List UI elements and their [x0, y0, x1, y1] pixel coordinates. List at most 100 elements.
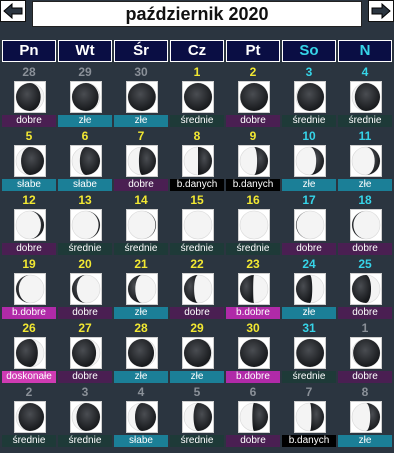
day-number: 16: [246, 193, 260, 207]
day-cell[interactable]: 16 średnie: [226, 194, 280, 256]
day-cell[interactable]: 20 dobre: [58, 258, 112, 320]
day-number: 28: [22, 65, 36, 79]
arrow-left-icon: [3, 3, 23, 19]
moon-phase-icon: [294, 273, 326, 305]
weekday-n: N: [338, 40, 392, 62]
rating-label: dobre: [114, 179, 168, 191]
day-number: 4: [361, 65, 369, 79]
day-cell[interactable]: 2 dobre: [226, 66, 280, 128]
moon-phase-icon: [350, 273, 382, 305]
weekday-so: So: [282, 40, 336, 62]
day-cell[interactable]: 30 złe: [114, 66, 168, 128]
rating-label: średnie: [282, 371, 336, 383]
moon-phase-icon: [70, 337, 102, 369]
weekday-sr: Śr: [114, 40, 168, 62]
day-cell[interactable]: 3 średnie: [282, 66, 336, 128]
day-number: 7: [137, 129, 145, 143]
day-number: 30: [246, 321, 260, 335]
day-number: 12: [22, 193, 36, 207]
moon-phase-icon: [238, 209, 270, 241]
previous-month-button[interactable]: [0, 0, 26, 22]
moon-phase-icon: [182, 145, 214, 177]
rating-label: b.dobre: [2, 307, 56, 319]
day-number: 8: [361, 385, 369, 399]
rating-label: dobre: [170, 307, 224, 319]
day-number: 28: [134, 321, 148, 335]
day-number: 6: [249, 385, 257, 399]
weekday-cz: Cz: [170, 40, 224, 62]
day-cell[interactable]: 5 słabe: [2, 130, 56, 192]
day-cell[interactable]: 30 b.dobre: [226, 322, 280, 384]
day-cell[interactable]: 22 dobre: [170, 258, 224, 320]
moon-phase-icon: [182, 401, 214, 433]
moon-phase-icon: [350, 145, 382, 177]
rating-label: średnie: [58, 243, 112, 255]
day-cell[interactable]: 14 średnie: [114, 194, 168, 256]
day-cell[interactable]: 8 b.danych: [170, 130, 224, 192]
day-cell[interactable]: 11 złe: [338, 130, 392, 192]
rating-label: b.dobre: [226, 371, 280, 383]
day-cell[interactable]: 27 dobre: [58, 322, 112, 384]
day-cell[interactable]: 29 złe: [170, 322, 224, 384]
day-cell[interactable]: 15 średnie: [170, 194, 224, 256]
rating-label: średnie: [282, 115, 336, 127]
day-number: 7: [305, 385, 313, 399]
weekday-wt: Wt: [58, 40, 112, 62]
day-cell[interactable]: 23 b.dobre: [226, 258, 280, 320]
moon-phase-icon: [14, 401, 46, 433]
rating-label: słabe: [58, 179, 112, 191]
moon-phase-icon: [182, 81, 214, 113]
day-cell[interactable]: 31 średnie: [282, 322, 336, 384]
day-cell[interactable]: 21 złe: [114, 258, 168, 320]
day-number: 24: [302, 257, 316, 271]
day-cell[interactable]: 12 dobre: [2, 194, 56, 256]
day-cell[interactable]: 26 doskonałe: [2, 322, 56, 384]
moon-phase-icon: [350, 337, 382, 369]
rating-label: dobre: [226, 115, 280, 127]
day-cell[interactable]: 8 złe: [338, 386, 392, 448]
day-number: 5: [25, 129, 33, 143]
day-number: 27: [78, 321, 92, 335]
day-cell[interactable]: 3 średnie: [58, 386, 112, 448]
day-cell[interactable]: 18 dobre: [338, 194, 392, 256]
moon-phase-icon: [238, 145, 270, 177]
day-number: 29: [78, 65, 92, 79]
day-cell[interactable]: 7 dobre: [114, 130, 168, 192]
day-number: 1: [361, 321, 369, 335]
day-number: 14: [134, 193, 148, 207]
day-cell[interactable]: 25 dobre: [338, 258, 392, 320]
day-cell[interactable]: 13 średnie: [58, 194, 112, 256]
rating-label: średnie: [170, 243, 224, 255]
day-cell[interactable]: 1 dobre: [338, 322, 392, 384]
day-cell[interactable]: 17 dobre: [282, 194, 336, 256]
day-cell[interactable]: 28 złe: [114, 322, 168, 384]
day-cell[interactable]: 6 dobre: [226, 386, 280, 448]
moon-phase-icon: [126, 337, 158, 369]
day-cell[interactable]: 4 średnie: [338, 66, 392, 128]
day-cell[interactable]: 29 złe: [58, 66, 112, 128]
day-cell[interactable]: 2 średnie: [2, 386, 56, 448]
weekday-pt: Pt: [226, 40, 280, 62]
day-cell[interactable]: 19 b.dobre: [2, 258, 56, 320]
calendar-header: październik 2020: [0, 0, 394, 30]
day-cell[interactable]: 7 b.danych: [282, 386, 336, 448]
day-number: 6: [81, 129, 89, 143]
day-number: 5: [193, 385, 201, 399]
day-cell[interactable]: 1 średnie: [170, 66, 224, 128]
rating-label: złe: [114, 371, 168, 383]
day-cell[interactable]: 4 słabe: [114, 386, 168, 448]
rating-label: dobre: [282, 243, 336, 255]
day-cell[interactable]: 10 złe: [282, 130, 336, 192]
day-cell[interactable]: 6 słabe: [58, 130, 112, 192]
day-number: 3: [305, 65, 313, 79]
day-cell[interactable]: 9 b.danych: [226, 130, 280, 192]
moon-phase-icon: [126, 209, 158, 241]
next-month-button[interactable]: [368, 0, 394, 22]
day-number: 10: [302, 129, 316, 143]
rating-label: doskonałe: [2, 371, 56, 383]
day-cell[interactable]: 24 złe: [282, 258, 336, 320]
day-cell[interactable]: 5 średnie: [170, 386, 224, 448]
day-cell[interactable]: 28 dobre: [2, 66, 56, 128]
moon-phase-icon: [294, 81, 326, 113]
month-title: październik 2020: [32, 1, 362, 27]
